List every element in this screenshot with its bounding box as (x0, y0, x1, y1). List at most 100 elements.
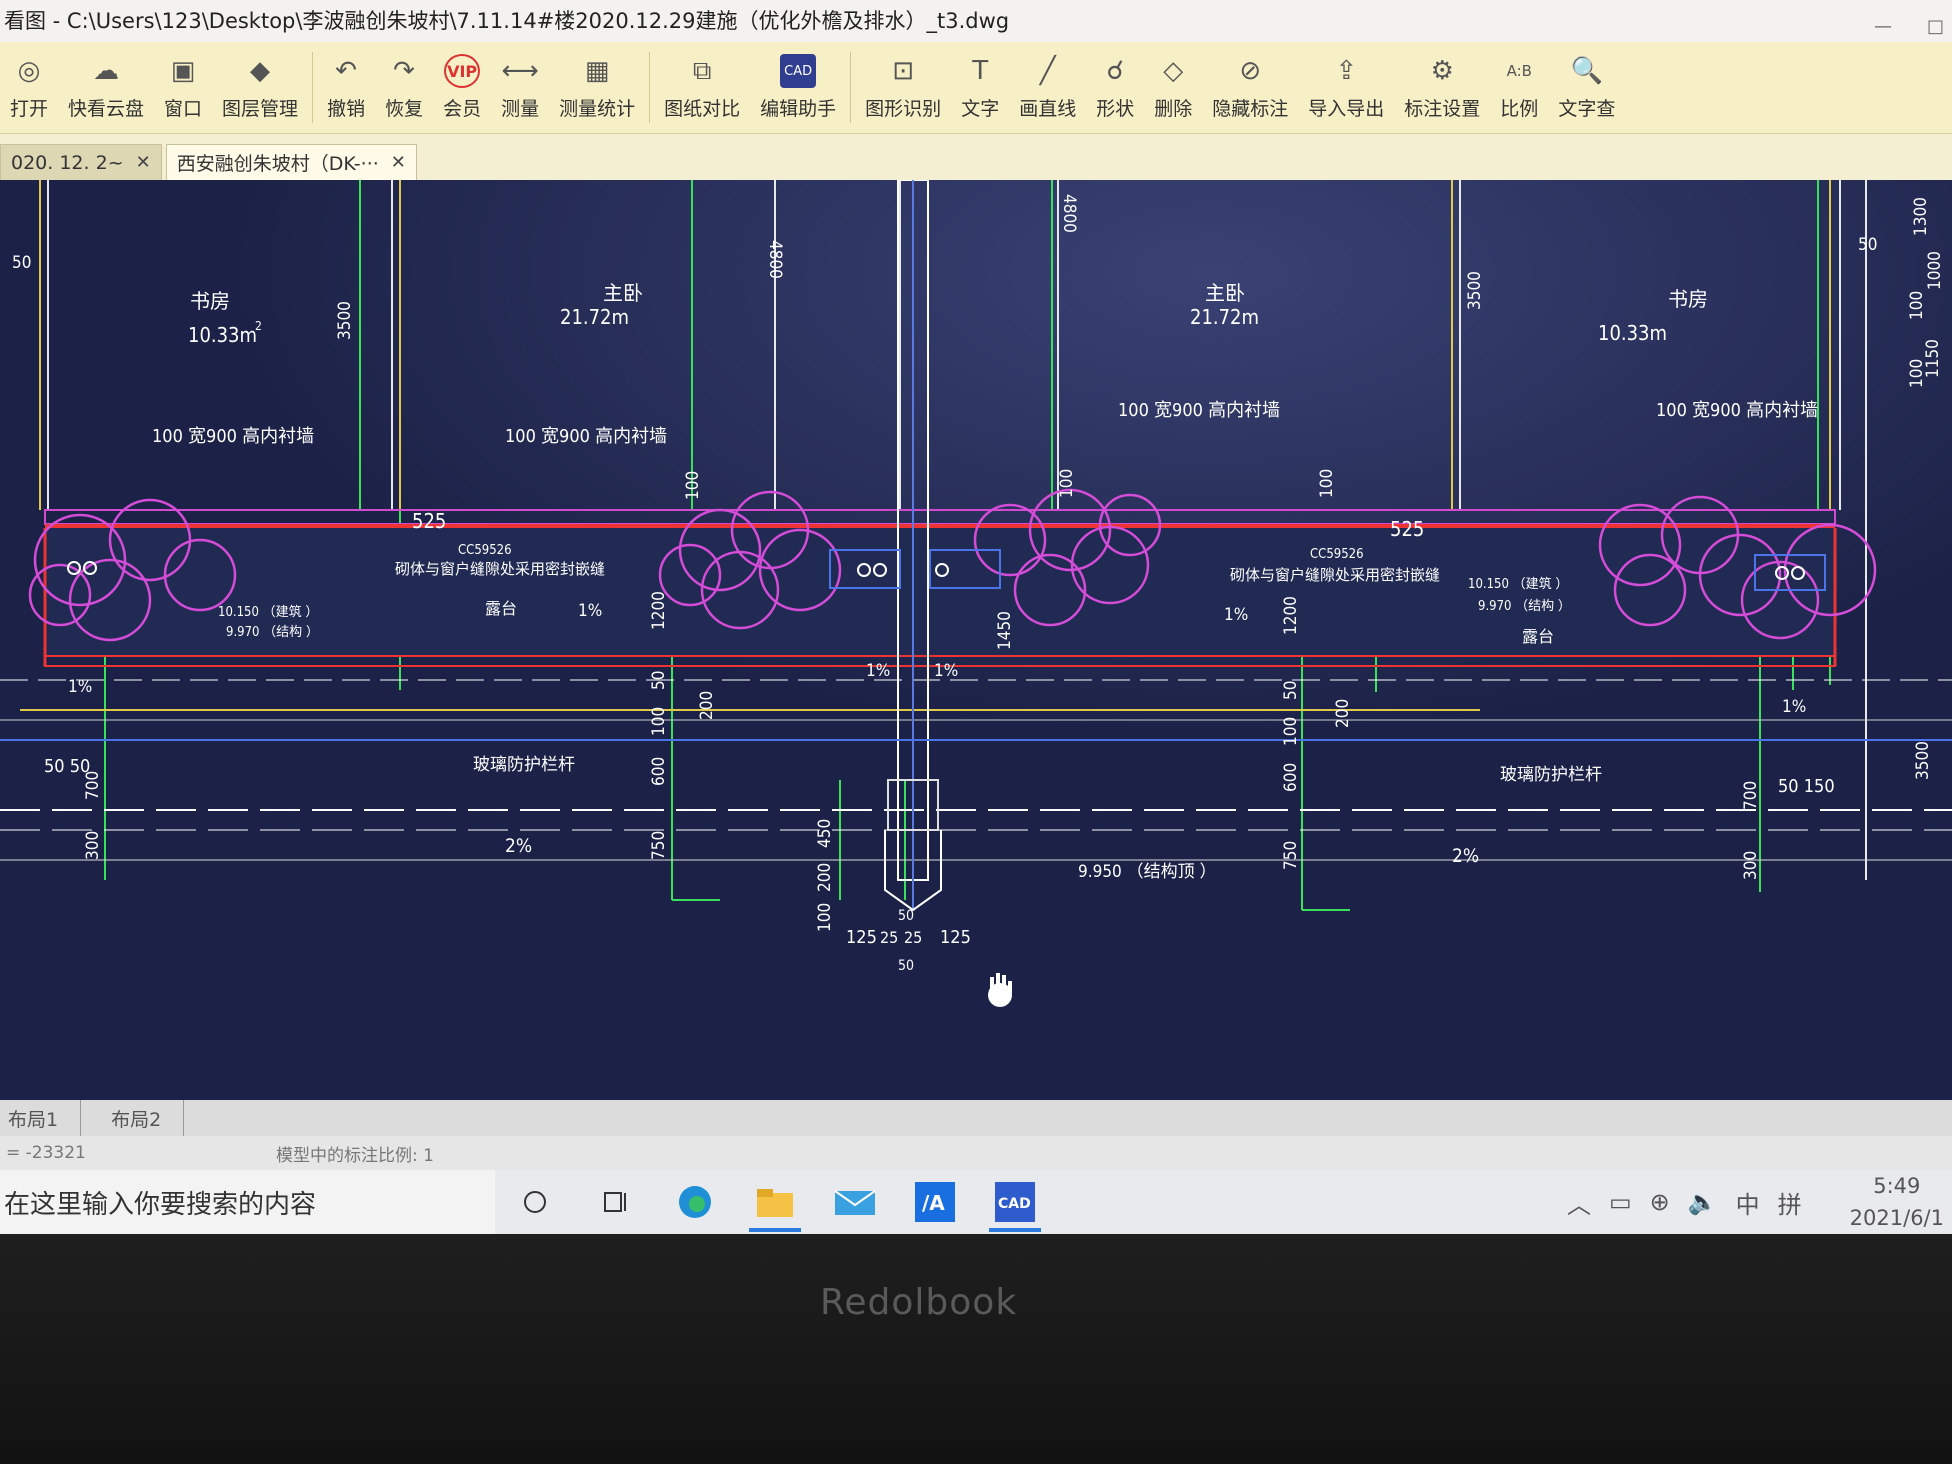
toolbar-button-0[interactable]: ◎ 打开 (0, 42, 58, 133)
volume-icon[interactable]: 🔈 (1688, 1188, 1718, 1216)
toolbar-button-3[interactable]: ◆ 图层管理 (212, 42, 308, 133)
svg-text:100: 100 (1907, 291, 1927, 320)
svg-text:50: 50 (898, 958, 914, 974)
toolbar-button-8[interactable]: ▦ 测量统计 (549, 42, 645, 133)
ref-code: CC59526 (1310, 547, 1364, 562)
svg-text:525: 525 (1390, 517, 1424, 541)
ime-mode[interactable]: 拼 (1778, 1185, 1802, 1220)
toolbar-button-20[interactable]: 🔍 文字查 (1548, 42, 1625, 133)
measure-stats-icon: ▦ (584, 56, 610, 86)
svg-text:1000: 1000 (1925, 251, 1945, 290)
toolbar-button-16[interactable]: ⊘ 隐藏标注 (1202, 42, 1298, 133)
drawing-canvas[interactable]: 书房 10.33m 2 主卧 21.72m 主卧 21.72m 书房 10.33… (0, 180, 1952, 1100)
svg-text:450: 450 (815, 819, 835, 848)
cad-viewer-icon[interactable]: CAD (975, 1170, 1055, 1234)
svg-text:125: 125 (940, 927, 971, 948)
cloud-icon: ☁ (93, 56, 120, 86)
tab-drawing-xian[interactable]: 西安融创朱坡村（DK-··· ✕ (165, 144, 417, 180)
svg-text:/A: /A (922, 1191, 945, 1215)
eraser-icon: ◇ (1163, 56, 1184, 86)
toolbar-label: 导入导出 (1308, 98, 1385, 120)
toolbar-button-2[interactable]: ▣ 窗口 (154, 42, 212, 133)
slope-label: 1% (68, 677, 92, 697)
window-icon: ▣ (170, 56, 196, 86)
cortana-icon[interactable] (495, 1170, 575, 1234)
toolbar-separator (312, 52, 314, 123)
room-name: 书房 (1668, 287, 1708, 311)
toolbar-button-17[interactable]: ⇪ 导入导出 (1298, 42, 1394, 133)
tab-drawing-2020[interactable]: 020. 12. 2~ ✕ (0, 144, 162, 180)
file-explorer-icon[interactable] (735, 1170, 815, 1234)
toolbar-button-7[interactable]: ⟷ 测量 (491, 42, 549, 133)
toolbar-button-11[interactable]: ⊡ 图形识别 (855, 42, 951, 133)
window-title-bar: 看图 - C:\Users\123\Desktop\李波融创朱坡村\7.11.1… (0, 0, 1952, 42)
svg-text:50: 50 (12, 253, 31, 273)
clock[interactable]: 5:49 2021/6/1 (1850, 1170, 1944, 1234)
railing-label: 玻璃防护栏杆 (1500, 765, 1602, 785)
toolbar-label: 形状 (1096, 98, 1135, 120)
toolbar-button-5[interactable]: ↷ 恢复 (375, 42, 433, 133)
shape-recognize-icon: ⊡ (892, 56, 915, 86)
ime-language[interactable]: 中 (1736, 1185, 1760, 1220)
toolbar-button-6[interactable]: VIP 会员 (433, 42, 491, 133)
network-icon[interactable]: ⊕ (1650, 1188, 1670, 1216)
svg-text:100: 100 (649, 707, 669, 736)
toolbar-button-12[interactable]: T 文字 (951, 42, 1009, 133)
shape-icon: ☌ (1106, 56, 1124, 86)
edge-icon[interactable] (655, 1170, 735, 1234)
toolbar-separator (649, 52, 651, 123)
task-view-icon[interactable] (575, 1170, 655, 1234)
scale-icon: A:B (1506, 62, 1532, 80)
svg-text:100: 100 (683, 471, 703, 500)
layout-tab-1[interactable]: 布局1 (0, 1100, 82, 1136)
toolbar-button-13[interactable]: ╱ 画直线 (1009, 42, 1086, 133)
close-icon[interactable]: ✕ (136, 152, 151, 173)
mail-icon[interactable] (815, 1170, 895, 1234)
svg-text:50: 50 (898, 908, 914, 924)
minimize-button[interactable]: — (1874, 6, 1892, 42)
line-icon: ╱ (1039, 56, 1056, 86)
toolbar-button-18[interactable]: ⚙ 标注设置 (1394, 42, 1490, 133)
windows-taskbar: 在这里输入你要搜索的内容 /A CAD ︿ ▭ ⊕ 🔈 中 拼 5:49 202… (0, 1170, 1952, 1234)
slope-label: 1% (1782, 697, 1806, 717)
status-bar: = -23321 模型中的标注比例: 1 (0, 1136, 1952, 1170)
toolbar-button-15[interactable]: ◇ 删除 (1144, 42, 1202, 133)
planter-label: 露台 (485, 599, 517, 618)
wall-note: 100 宽900 高内衬墙 (1656, 400, 1818, 421)
clock-time: 5:49 (1873, 1174, 1921, 1198)
toolbar-label: 文字 (961, 98, 1000, 120)
close-icon[interactable]: ✕ (391, 152, 406, 173)
tab-label: 西安融创朱坡村（DK-··· (176, 153, 379, 175)
maximize-button[interactable]: □ (1927, 6, 1944, 42)
toolbar-button-9[interactable]: ⧉ 图纸对比 (654, 42, 750, 133)
chevron-up-icon[interactable]: ︿ (1567, 1185, 1591, 1220)
tab-label: 020. 12. 2~ (11, 151, 124, 174)
room-name: 主卧 (1205, 281, 1245, 305)
edit-assistant-icon: CAD (780, 54, 817, 88)
room-area: 10.33m (1598, 321, 1667, 345)
layout-tab-2[interactable]: 布局2 (81, 1100, 185, 1136)
toolbar-label: 图形识别 (865, 98, 942, 120)
svg-text:50: 50 (1281, 681, 1301, 700)
taskbar-search-input[interactable]: 在这里输入你要搜索的内容 (0, 1170, 495, 1234)
toolbar-button-10[interactable]: CAD 编辑助手 (750, 42, 846, 133)
svg-text:1450: 1450 (995, 611, 1015, 650)
slope-label: 1% (1224, 605, 1248, 625)
toolbar-button-4[interactable]: ↶ 撤销 (317, 42, 375, 133)
app-icon[interactable]: /A (895, 1170, 975, 1234)
text-icon: T (972, 56, 989, 86)
toolbar-label: 会员 (443, 98, 482, 120)
toolbar-button-14[interactable]: ☌ 形状 (1086, 42, 1144, 133)
svg-text:200: 200 (697, 691, 717, 720)
toolbar-button-19[interactable]: A:B 比例 (1490, 42, 1548, 133)
battery-icon[interactable]: ▭ (1609, 1188, 1632, 1216)
system-tray: ︿ ▭ ⊕ 🔈 中 拼 5:49 2021/6/1 (1567, 1170, 1952, 1234)
clock-date: 2021/6/1 (1849, 1206, 1944, 1230)
toolbar-label: 标注设置 (1404, 98, 1481, 120)
text-search-icon: 🔍 (1570, 56, 1603, 86)
svg-text:600: 600 (649, 757, 669, 786)
toolbar-label: 隐藏标注 (1212, 98, 1289, 120)
toolbar-button-1[interactable]: ☁ 快看云盘 (58, 42, 154, 133)
room-area: 21.72m (560, 305, 629, 329)
svg-text:1300: 1300 (1911, 197, 1931, 236)
